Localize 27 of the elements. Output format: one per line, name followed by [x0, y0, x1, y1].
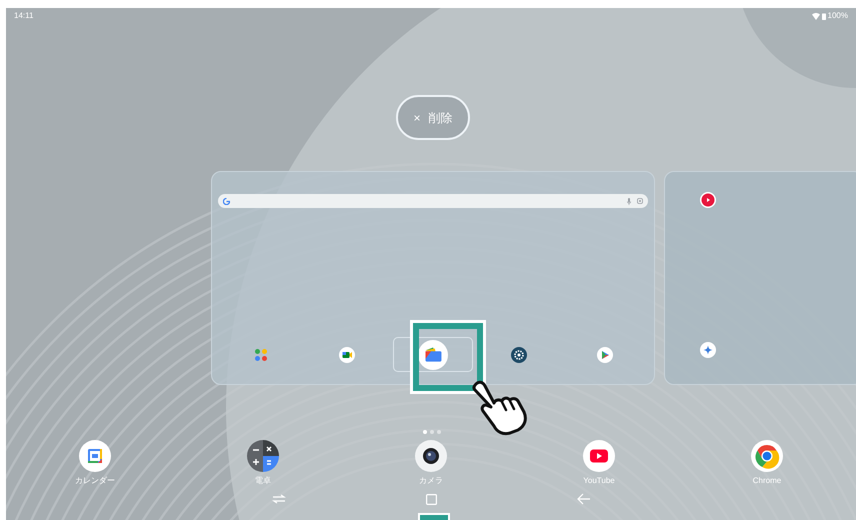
close-glyph: × [413, 110, 420, 126]
status-time: 14:11 [14, 10, 34, 22]
pointing-hand-icon [470, 378, 530, 436]
app-label: 電卓 [255, 476, 271, 486]
battery-icon [822, 12, 826, 20]
lens-icon [637, 198, 643, 204]
camera-lens-icon[interactable] [415, 440, 447, 472]
app-label: カレンダー [75, 476, 115, 486]
app-label: Chrome [752, 476, 782, 486]
app-grid-icon[interactable] [253, 346, 269, 362]
calendar-icon[interactable] [79, 440, 111, 472]
settings-icon[interactable] [511, 346, 527, 362]
clear-all-button[interactable]: × 削除 [396, 95, 470, 140]
folder-icon[interactable] [418, 340, 448, 370]
browser-icon[interactable] [751, 440, 783, 472]
sparkle-icon[interactable] [700, 342, 716, 358]
calculator-icon[interactable] [247, 440, 279, 472]
app-focus-frame[interactable] [393, 337, 473, 372]
play-button-icon[interactable] [583, 440, 615, 472]
microphone-icon [627, 198, 631, 204]
video-camera-icon[interactable] [339, 346, 355, 362]
music-play-icon[interactable] [700, 192, 716, 208]
google-g-icon [223, 198, 230, 204]
wifi-icon [812, 12, 820, 20]
app-label: カメラ [419, 476, 443, 486]
app-label: YouTube [583, 476, 615, 486]
battery-level: 100% [828, 10, 848, 22]
